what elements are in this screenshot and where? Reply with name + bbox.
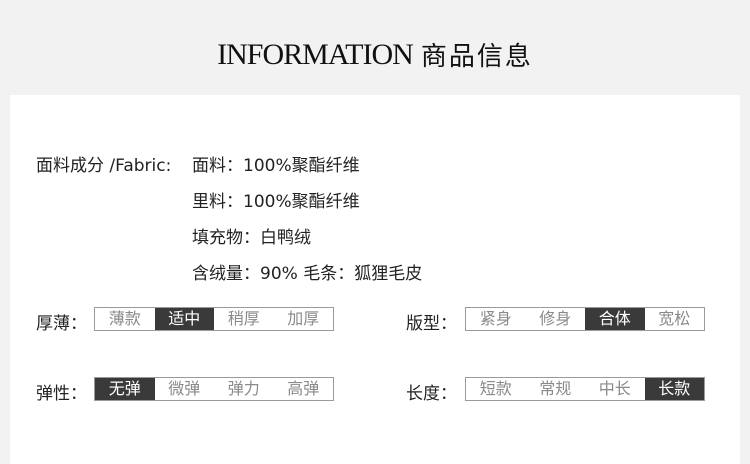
length-label: 长度： [406,384,457,404]
fit-option-slim[interactable]: 修身 [525,308,585,330]
length-option-long[interactable]: 长款 [644,378,704,400]
fabric-line-lining: 里料：100%聚酯纤维 [192,192,360,212]
length-options: 短款 常规 中长 长款 [465,377,705,401]
header-title: INFORMATION [217,37,414,71]
thickness-option-medium[interactable]: 适中 [154,308,214,330]
thickness-option-thick[interactable]: 加厚 [273,308,333,330]
header-subtitle: 商品信息 [420,42,533,72]
fit-option-tight[interactable]: 紧身 [466,308,526,330]
fit-options: 紧身 修身 合体 宽松 [465,307,705,331]
thickness-option-slightly-thick[interactable]: 稍厚 [214,308,274,330]
elasticity-option-none[interactable]: 无弹 [95,378,155,400]
elasticity-option-slight[interactable]: 微弹 [154,378,214,400]
fit-label: 版型： [406,314,457,334]
fabric-line-filling: 填充物：白鸭绒 [192,228,311,248]
elasticity-label: 弹性： [36,384,87,404]
product-info-card: 面料成分 /Fabric: 面料：100%聚酯纤维 里料：100%聚酯纤维 填充… [10,95,740,464]
elasticity-option-stretch[interactable]: 弹力 [214,378,274,400]
elasticity-option-high[interactable]: 高弹 [273,378,333,400]
fabric-line-outer: 面料：100%聚酯纤维 [192,156,360,176]
thickness-options: 薄款 适中 稍厚 加厚 [94,307,334,331]
info-header: INFORMATION 商品信息 [0,0,750,95]
length-option-short[interactable]: 短款 [466,378,526,400]
thickness-option-thin[interactable]: 薄款 [95,308,155,330]
length-option-regular[interactable]: 常规 [525,378,585,400]
fabric-label: 面料成分 /Fabric: [36,156,172,176]
thickness-label: 厚薄： [36,314,87,334]
fit-option-loose[interactable]: 宽松 [644,308,704,330]
elasticity-options: 无弹 微弹 弹力 高弹 [94,377,334,401]
fabric-line-down: 含绒量：90% 毛条：狐狸毛皮 [192,264,423,284]
fit-option-regular[interactable]: 合体 [585,308,645,330]
length-option-mid[interactable]: 中长 [585,378,645,400]
